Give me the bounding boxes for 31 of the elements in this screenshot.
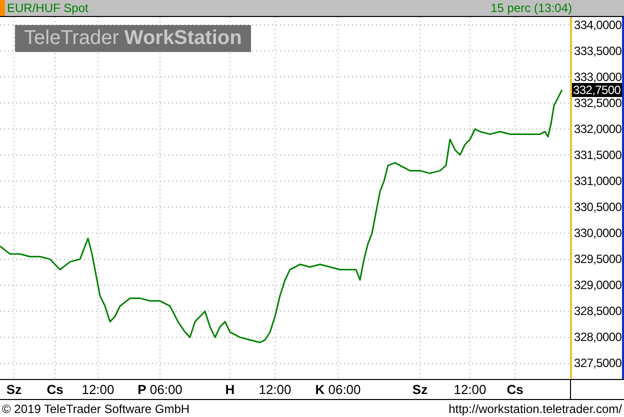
workstation-logo: TeleTrader WorkStation <box>15 25 251 52</box>
y-axis-label: 333,5000 <box>574 44 622 58</box>
y-axis-label: 330,0000 <box>574 226 622 240</box>
y-axis-label: 332,0000 <box>574 122 622 136</box>
y-axis-label: 331,0000 <box>574 174 622 188</box>
y-axis-label: 328,0000 <box>574 330 622 344</box>
title-marker-icon <box>0 0 5 16</box>
x-axis-label: H <box>225 382 235 397</box>
delay-label: 15 perc (13:04) <box>490 1 572 15</box>
y-axis-label: 330,5000 <box>574 200 622 214</box>
x-axis-label: Sz <box>412 382 428 397</box>
y-axis-label: 333,0000 <box>574 70 622 84</box>
x-axis-label: K 06:00 <box>315 382 361 397</box>
y-axis-label: 329,0000 <box>574 278 622 292</box>
last-price-label: 332,7500 <box>572 82 622 97</box>
copyright-text: © 2019 TeleTrader Software GmbH <box>2 402 190 416</box>
x-axis-label: 12:00 <box>82 382 114 397</box>
y-axis-label: 329,5000 <box>574 252 622 266</box>
x-axis-label: Cs <box>46 382 64 397</box>
x-axis-label: 12:00 <box>258 382 292 397</box>
y-axis-label: 334,0000 <box>574 18 622 32</box>
instrument-title: EUR/HUF Spot <box>7 1 88 15</box>
x-axis-label: P 06:00 <box>138 382 182 397</box>
x-axis-label: 12:00 <box>454 382 486 397</box>
website-link[interactable]: http://workstation.teletrader.com/ <box>448 402 622 416</box>
y-axis-label: 331,5000 <box>574 148 622 162</box>
y-axis-label: 332,5000 <box>574 96 622 110</box>
y-axis-label: 327,5000 <box>574 356 622 370</box>
y-axis-label: 328,5000 <box>574 304 622 318</box>
x-axis-label: Sz <box>6 382 22 397</box>
x-axis-label: Cs <box>506 382 524 397</box>
